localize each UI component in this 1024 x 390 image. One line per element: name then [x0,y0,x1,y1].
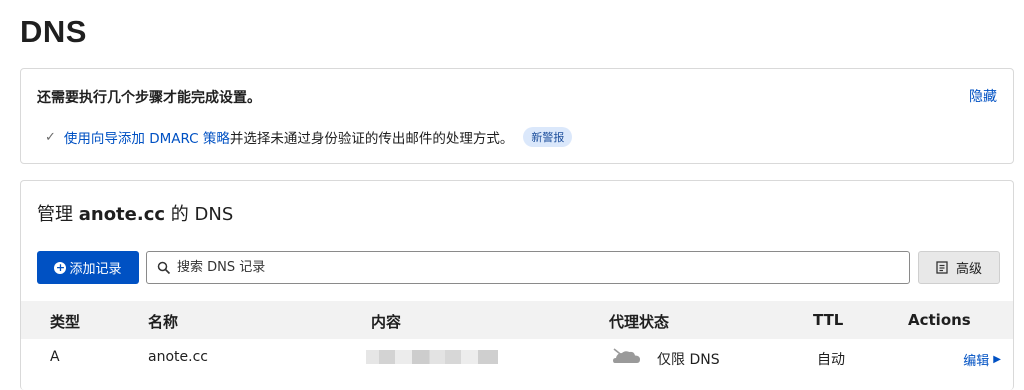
manage-title-domain: anote.cc [78,204,166,225]
column-header-type[interactable]: 类型 [50,311,80,332]
setup-title: 还需要执行几个步骤才能完成设置。 [37,90,261,106]
edit-label: 编辑 [963,354,990,369]
search-input[interactable] [175,259,879,276]
step-description: 并选择未通过身份验证的传出邮件的处理方式。 [229,131,514,147]
record-name: anote.cc [148,349,208,365]
table-header: 类型 名称 内容 代理状态 TTL Actions [21,301,1013,339]
add-record-button[interactable]: + 添加记录 [37,251,139,284]
advanced-label: 高级 [955,262,982,277]
proxy-status: 仅限 DNS [657,352,720,368]
search-icon [157,261,171,274]
column-header-ttl[interactable]: TTL [813,311,843,329]
dns-only-cloud-icon [613,348,640,363]
dns-manage-card: 管理 anote.cc 的 DNS + 添加记录 高级 类型 名称 内容 代理状… [20,180,1014,390]
advanced-button[interactable]: 高级 [918,251,1000,284]
column-header-proxy-status[interactable]: 代理状态 [609,311,669,332]
manage-title: 管理 anote.cc 的 DNS [37,200,233,226]
edit-record-button[interactable]: 编辑 ▶ [963,350,1001,369]
dmarc-wizard-link[interactable]: 使用向导添加 DMARC 策略 [64,127,230,147]
hide-link[interactable]: 隐藏 [969,86,997,106]
setup-card: 还需要执行几个步骤才能完成设置。 隐藏 ✓ 使用向导添加 DMARC 策略 并选… [20,68,1014,164]
record-content-redacted [366,350,498,364]
add-record-label: 添加记录 [69,262,122,277]
caret-right-icon: ▶ [993,354,1001,365]
check-icon: ✓ [45,129,56,145]
manage-title-suffix: 的 DNS [165,204,234,225]
table-row[interactable]: A anote.cc 仅限 DNS 自动 编辑 ▶ [21,339,1013,377]
plus-icon: + [54,260,67,274]
setup-step-row: ✓ 使用向导添加 DMARC 策略 并选择未通过身份验证的传出邮件的处理方式。 … [45,127,573,147]
record-type: A [50,349,60,365]
column-header-actions: Actions [908,311,971,329]
record-ttl: 自动 [817,352,845,368]
manage-title-prefix: 管理 [37,204,79,225]
column-header-content[interactable]: 内容 [371,311,401,332]
new-alert-badge: 新警报 [523,127,573,147]
document-icon [936,261,948,274]
column-header-name[interactable]: 名称 [148,311,178,332]
search-box[interactable] [146,251,910,284]
page-title: DNS [20,14,87,49]
